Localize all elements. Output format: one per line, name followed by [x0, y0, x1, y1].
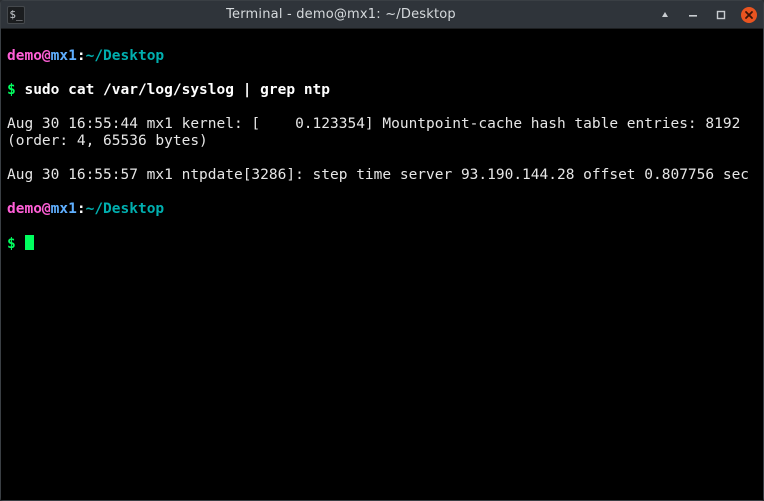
- prompt-ready-line[interactable]: $: [7, 235, 757, 253]
- window-controls: [657, 7, 757, 23]
- prompt-sep: :: [77, 201, 86, 217]
- command-text: sudo cat /var/log/syslog | grep ntp: [16, 82, 330, 98]
- prompt-path: ~/Desktop: [86, 201, 165, 217]
- output-line: Aug 30 16:55:44 mx1 kernel: [ 0.123354] …: [7, 116, 757, 150]
- command-line: $ sudo cat /var/log/syslog | grep ntp: [7, 82, 757, 99]
- prompt-dollar: $: [7, 82, 16, 98]
- prompt-path: ~/Desktop: [86, 48, 165, 64]
- prompt-dollar: $: [7, 236, 16, 252]
- prompt-user: demo: [7, 201, 42, 217]
- prompt-host: mx1: [51, 201, 77, 217]
- terminal-viewport[interactable]: demo@mx1:~/Desktop $ sudo cat /var/log/s…: [1, 29, 763, 500]
- prompt-line: demo@mx1:~/Desktop: [7, 201, 757, 218]
- prompt-at: @: [42, 201, 51, 217]
- prompt-at: @: [42, 48, 51, 64]
- close-icon[interactable]: [741, 7, 757, 23]
- minimize-icon[interactable]: [685, 7, 701, 23]
- window-title: Terminal - demo@mx1: ~/Desktop: [33, 7, 649, 22]
- cursor-block-icon: [25, 235, 34, 250]
- prompt-user: demo: [7, 48, 42, 64]
- prompt-line: demo@mx1:~/Desktop: [7, 48, 757, 65]
- output-line: Aug 30 16:55:57 mx1 ntpdate[3286]: step …: [7, 167, 757, 184]
- terminal-window: $_ Terminal - demo@mx1: ~/Desktop demo@m…: [0, 0, 764, 501]
- keep-above-icon[interactable]: [657, 7, 673, 23]
- maximize-icon[interactable]: [713, 7, 729, 23]
- titlebar[interactable]: $_ Terminal - demo@mx1: ~/Desktop: [1, 1, 763, 29]
- terminal-app-icon: $_: [7, 6, 25, 24]
- prompt-sep: :: [77, 48, 86, 64]
- prompt-host: mx1: [51, 48, 77, 64]
